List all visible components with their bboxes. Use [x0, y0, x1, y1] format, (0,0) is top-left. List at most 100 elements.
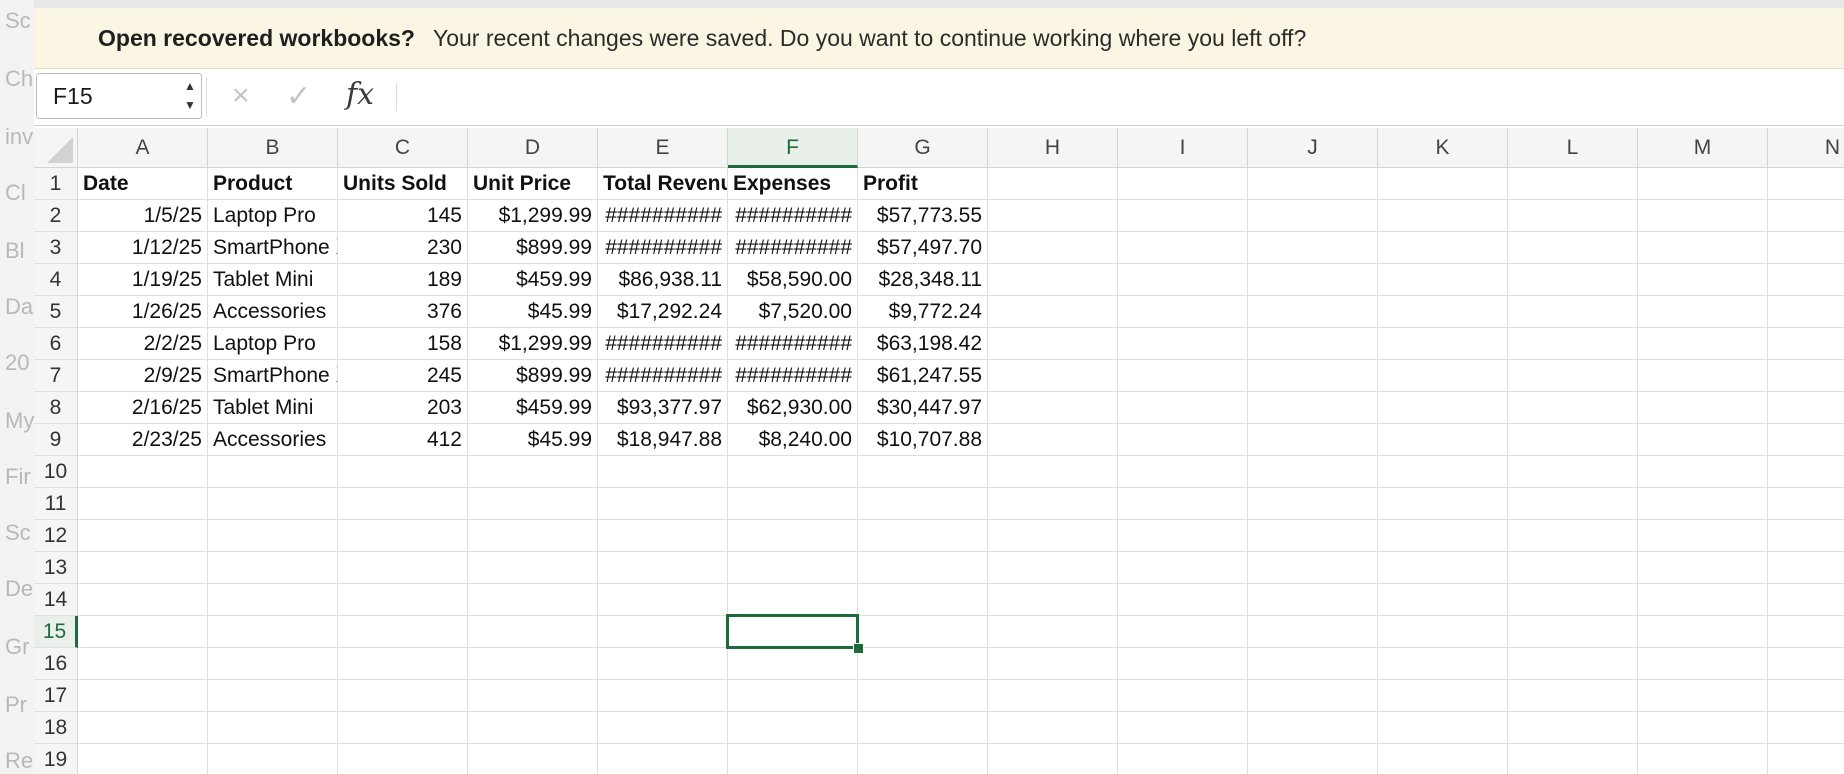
cell-d6[interactable]: $1,299.99	[468, 328, 598, 360]
cell-j3[interactable]	[1248, 232, 1378, 264]
cell-d12[interactable]	[468, 520, 598, 552]
cell-a15[interactable]	[78, 616, 208, 648]
cell-d4[interactable]: $459.99	[468, 264, 598, 296]
cell-h11[interactable]	[988, 488, 1118, 520]
cell-j13[interactable]	[1248, 552, 1378, 584]
row-header-4[interactable]: 4	[34, 264, 78, 296]
cell-e14[interactable]	[598, 584, 728, 616]
cell-b16[interactable]	[208, 648, 338, 680]
row-header-9[interactable]: 9	[34, 424, 78, 456]
column-header-m[interactable]: M	[1638, 128, 1768, 168]
cell-f6[interactable]: ##########	[728, 328, 858, 360]
check-icon[interactable]: ✓	[286, 79, 311, 114]
cell-g10[interactable]	[858, 456, 988, 488]
cell-j12[interactable]	[1248, 520, 1378, 552]
cell-l8[interactable]	[1508, 392, 1638, 424]
cell-a2[interactable]: 1/5/25	[78, 200, 208, 232]
cell-g6[interactable]: $63,198.42	[858, 328, 988, 360]
cell-f19[interactable]	[728, 744, 858, 774]
cell-l16[interactable]	[1508, 648, 1638, 680]
cell-c6[interactable]: 158	[338, 328, 468, 360]
cell-m15[interactable]	[1638, 616, 1768, 648]
cell-g8[interactable]: $30,447.97	[858, 392, 988, 424]
cell-m18[interactable]	[1638, 712, 1768, 744]
cell-e1[interactable]: Total Revenu	[598, 168, 728, 200]
cell-j15[interactable]	[1248, 616, 1378, 648]
cell-e17[interactable]	[598, 680, 728, 712]
row-header-13[interactable]: 13	[34, 552, 78, 584]
cell-a13[interactable]	[78, 552, 208, 584]
cell-b6[interactable]: Laptop Pro	[208, 328, 338, 360]
cell-b14[interactable]	[208, 584, 338, 616]
row-header-6[interactable]: 6	[34, 328, 78, 360]
cell-n4[interactable]	[1768, 264, 1844, 296]
cell-c17[interactable]	[338, 680, 468, 712]
cell-j2[interactable]	[1248, 200, 1378, 232]
cell-k2[interactable]	[1378, 200, 1508, 232]
cell-g7[interactable]: $61,247.55	[858, 360, 988, 392]
cell-d2[interactable]: $1,299.99	[468, 200, 598, 232]
column-header-a[interactable]: A	[78, 128, 208, 168]
cell-m6[interactable]	[1638, 328, 1768, 360]
cell-k18[interactable]	[1378, 712, 1508, 744]
cell-a5[interactable]: 1/26/25	[78, 296, 208, 328]
cell-l1[interactable]	[1508, 168, 1638, 200]
cell-e2[interactable]: ##########	[598, 200, 728, 232]
cell-a4[interactable]: 1/19/25	[78, 264, 208, 296]
cell-g15[interactable]	[858, 616, 988, 648]
column-header-g[interactable]: G	[858, 128, 988, 168]
cell-f2[interactable]: ##########	[728, 200, 858, 232]
cell-k19[interactable]	[1378, 744, 1508, 774]
cell-h1[interactable]	[988, 168, 1118, 200]
cell-c10[interactable]	[338, 456, 468, 488]
cell-g3[interactable]: $57,497.70	[858, 232, 988, 264]
column-header-j[interactable]: J	[1248, 128, 1378, 168]
cell-m2[interactable]	[1638, 200, 1768, 232]
cell-h13[interactable]	[988, 552, 1118, 584]
cell-l2[interactable]	[1508, 200, 1638, 232]
name-box-stepper[interactable]: ▲ ▼	[181, 77, 199, 115]
cell-c19[interactable]	[338, 744, 468, 774]
cell-l13[interactable]	[1508, 552, 1638, 584]
cell-g4[interactable]: $28,348.11	[858, 264, 988, 296]
cell-i5[interactable]	[1118, 296, 1248, 328]
cell-h15[interactable]	[988, 616, 1118, 648]
row-header-1[interactable]: 1	[34, 168, 78, 200]
cell-e5[interactable]: $17,292.24	[598, 296, 728, 328]
cell-i3[interactable]	[1118, 232, 1248, 264]
cell-n12[interactable]	[1768, 520, 1844, 552]
cell-b7[interactable]: SmartPhone X	[208, 360, 338, 392]
cell-j6[interactable]	[1248, 328, 1378, 360]
cell-j19[interactable]	[1248, 744, 1378, 774]
row-header-3[interactable]: 3	[34, 232, 78, 264]
column-header-c[interactable]: C	[338, 128, 468, 168]
select-all-corner[interactable]	[34, 128, 78, 168]
column-header-d[interactable]: D	[468, 128, 598, 168]
row-header-7[interactable]: 7	[34, 360, 78, 392]
cell-b19[interactable]	[208, 744, 338, 774]
cell-m8[interactable]	[1638, 392, 1768, 424]
cell-n16[interactable]	[1768, 648, 1844, 680]
cell-k8[interactable]	[1378, 392, 1508, 424]
cell-e9[interactable]: $18,947.88	[598, 424, 728, 456]
cell-l15[interactable]	[1508, 616, 1638, 648]
cell-f5[interactable]: $7,520.00	[728, 296, 858, 328]
cell-i8[interactable]	[1118, 392, 1248, 424]
cell-n2[interactable]	[1768, 200, 1844, 232]
cell-k4[interactable]	[1378, 264, 1508, 296]
cell-m14[interactable]	[1638, 584, 1768, 616]
cell-a18[interactable]	[78, 712, 208, 744]
row-header-14[interactable]: 14	[34, 584, 78, 616]
cell-l6[interactable]	[1508, 328, 1638, 360]
cell-f12[interactable]	[728, 520, 858, 552]
cell-f3[interactable]: ##########	[728, 232, 858, 264]
cell-m9[interactable]	[1638, 424, 1768, 456]
cell-b12[interactable]	[208, 520, 338, 552]
cell-m16[interactable]	[1638, 648, 1768, 680]
cell-f10[interactable]	[728, 456, 858, 488]
cell-i11[interactable]	[1118, 488, 1248, 520]
cell-k6[interactable]	[1378, 328, 1508, 360]
cell-f9[interactable]: $8,240.00	[728, 424, 858, 456]
cell-l9[interactable]	[1508, 424, 1638, 456]
cell-g18[interactable]	[858, 712, 988, 744]
